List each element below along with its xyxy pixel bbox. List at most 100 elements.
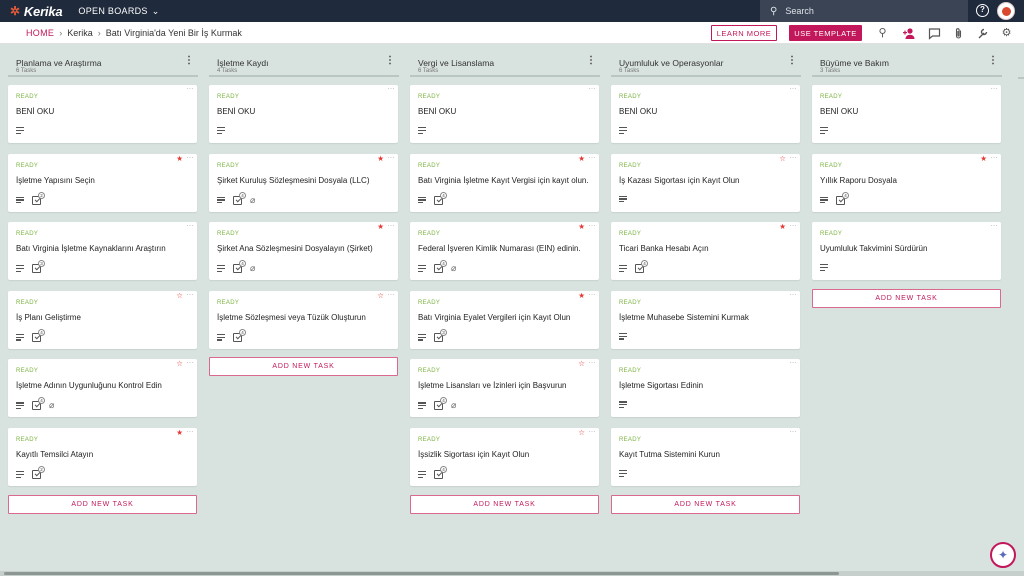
more-icon[interactable]: ⋯ — [388, 154, 395, 162]
search-input[interactable]: ⚲ Search — [760, 0, 968, 22]
more-icon[interactable]: ⋯ — [187, 291, 194, 299]
star-filled-icon[interactable]: ★ — [779, 223, 786, 231]
task-card[interactable]: READY BENİ OKU ⋯ — [410, 85, 599, 143]
more-vertical-icon[interactable]: ⋮ — [988, 56, 998, 66]
more-icon[interactable]: ⋯ — [388, 291, 395, 299]
task-card[interactable]: READY Yıllık Raporu Dosyala 4 ★ ⋯ — [812, 153, 1001, 212]
ai-assistant-button[interactable]: ✦ — [990, 542, 1016, 568]
more-vertical-icon[interactable]: ⋮ — [787, 56, 797, 66]
more-icon[interactable]: ⋯ — [388, 85, 395, 93]
column-title[interactable]: Planlama ve Araştırma — [16, 58, 102, 68]
chat-icon[interactable] — [928, 27, 941, 40]
attachment-icon[interactable] — [952, 27, 965, 40]
column-title[interactable]: Vergi ve Lisanslama — [418, 58, 494, 68]
task-card[interactable]: READY BENİ OKU ⋯ — [209, 85, 398, 143]
star-filled-icon[interactable]: ★ — [377, 223, 384, 231]
more-icon[interactable]: ⋯ — [187, 359, 194, 367]
gear-icon[interactable]: ⚙ — [1000, 27, 1013, 40]
add-new-task-button[interactable]: ADD NEW TASK — [209, 357, 398, 377]
more-icon[interactable]: ⋯ — [991, 154, 998, 162]
star-filled-icon[interactable]: ★ — [578, 291, 585, 300]
wrench-icon[interactable] — [976, 27, 989, 40]
add-new-task-button[interactable]: ADD NEW TASK — [611, 494, 800, 514]
open-boards-menu[interactable]: OPEN BOARDS ⌄ — [78, 6, 159, 17]
task-card[interactable]: READY İşletme Sözleşmesi veya Tüzük Oluşt… — [209, 290, 398, 349]
more-icon[interactable]: ⋯ — [589, 85, 596, 93]
more-icon[interactable]: ⋯ — [991, 222, 998, 230]
star-filled-icon[interactable]: ★ — [377, 154, 384, 163]
star-filled-icon[interactable]: ★ — [578, 223, 585, 231]
task-card[interactable]: READY BENİ OKU ⋯ — [812, 85, 1001, 143]
more-vertical-icon[interactable]: ⋮ — [586, 56, 596, 66]
task-card[interactable]: READY Uyumluluk Takvimini Sürdürün ⋯ — [812, 222, 1001, 281]
star-outline-icon[interactable]: ☆ — [377, 291, 384, 300]
more-vertical-icon[interactable]: ⋮ — [385, 56, 395, 66]
task-card[interactable]: READY Kayıt Tutma Sistemini Kurun ⋯ — [611, 428, 800, 486]
task-card[interactable]: READY İş Kazası Sigortası için Kayıt Olun… — [611, 153, 800, 212]
star-filled-icon[interactable]: ★ — [176, 154, 183, 163]
use-template-button[interactable]: USE TEMPLATE — [789, 25, 862, 41]
more-icon[interactable]: ⋯ — [790, 359, 797, 367]
task-card[interactable]: READY İşletme Lisansları ve İzinleri için… — [410, 359, 599, 418]
kerika-logo[interactable]: ✲ Kerika — [10, 4, 63, 19]
star-filled-icon[interactable]: ★ — [980, 154, 987, 163]
task-card[interactable]: READY Batı Virginia İşletme Kaynaklarını … — [8, 222, 197, 281]
more-icon[interactable]: ⋯ — [589, 291, 596, 299]
breadcrumb-home[interactable]: HOME — [26, 28, 54, 38]
more-icon[interactable]: ⋯ — [187, 154, 194, 162]
star-filled-icon[interactable]: ★ — [176, 429, 183, 437]
task-icons — [619, 127, 627, 134]
task-card[interactable]: READY İşletme Sigortası Edinin ⋯ — [611, 359, 800, 418]
more-icon[interactable]: ⋯ — [187, 85, 194, 93]
horizontal-scrollbar[interactable] — [0, 571, 1024, 576]
scrollbar-thumb[interactable] — [4, 572, 839, 575]
task-card[interactable]: READY BENİ OKU ⋯ — [611, 85, 800, 143]
star-outline-icon[interactable]: ☆ — [578, 360, 585, 368]
star-outline-icon[interactable]: ☆ — [176, 360, 183, 368]
task-card[interactable]: READY Ticari Banka Hesabı Açın 4 ★ ⋯ — [611, 222, 800, 281]
star-outline-icon[interactable]: ☆ — [779, 154, 786, 163]
help-icon[interactable]: ? — [976, 4, 989, 17]
task-card[interactable]: READY İşletme Adının Uygunluğunu Kontrol … — [8, 359, 197, 418]
column-title[interactable]: İşletme Kaydı — [217, 58, 269, 68]
task-card[interactable]: READY Şirket Ana Sözleşmesini Dosyalayın … — [209, 222, 398, 281]
star-outline-icon[interactable]: ☆ — [578, 429, 585, 437]
add-new-task-button[interactable]: ADD NEW TASK — [812, 288, 1001, 308]
task-card[interactable]: READY Kayıtlı Temsilci Atayın 2 ★ ⋯ — [8, 428, 197, 486]
learn-more-button[interactable]: LEARN MORE — [711, 25, 777, 41]
breadcrumb-board[interactable]: Batı Virginia'da Yeni Bir İş Kurmak — [106, 28, 242, 38]
more-icon[interactable]: ⋯ — [589, 222, 596, 230]
task-card[interactable]: READY BENİ OKU ⋯ — [8, 85, 197, 143]
task-card[interactable]: READY Batı Virginia Eyalet Vergileri için… — [410, 290, 599, 349]
add-person-icon[interactable] — [903, 27, 916, 40]
task-card[interactable]: READY İşsizlik Sigortası için Kayıt Olun 4… — [410, 428, 599, 486]
more-vertical-icon[interactable]: ⋮ — [184, 56, 194, 66]
more-icon[interactable]: ⋯ — [790, 291, 797, 299]
task-card[interactable]: READY Batı Virginia İşletme Kayıt Vergisi… — [410, 153, 599, 212]
more-icon[interactable]: ⋯ — [187, 428, 194, 436]
task-card[interactable]: READY İş Planı Geliştirme 4 ☆ ⋯ — [8, 290, 197, 349]
more-icon[interactable]: ⋯ — [388, 222, 395, 230]
add-new-task-button[interactable]: ADD NEW TASK — [410, 494, 599, 514]
breadcrumb-org[interactable]: Kerika — [67, 28, 93, 38]
star-filled-icon[interactable]: ★ — [578, 154, 585, 163]
more-icon[interactable]: ⋯ — [790, 85, 797, 93]
task-card[interactable]: READY Federal İşveren Kimlik Numarası (EI… — [410, 222, 599, 281]
column-title[interactable]: Büyüme ve Bakım — [820, 58, 889, 68]
more-icon[interactable]: ⋯ — [790, 222, 797, 230]
task-card[interactable]: READY Şirket Kuruluş Sözleşmesini Dosyala… — [209, 153, 398, 212]
more-icon[interactable]: ⋯ — [790, 428, 797, 436]
column-title[interactable]: Uyumluluk ve Operasyonlar — [619, 58, 723, 68]
more-icon[interactable]: ⋯ — [790, 154, 797, 162]
more-icon[interactable]: ⋯ — [589, 428, 596, 436]
task-card[interactable]: READY İşletme Muhasebe Sistemini Kurmak ⋯ — [611, 290, 800, 349]
star-outline-icon[interactable]: ☆ — [176, 291, 183, 300]
more-icon[interactable]: ⋯ — [589, 359, 596, 367]
search-icon[interactable]: ⚲ — [876, 27, 889, 40]
more-icon[interactable]: ⋯ — [991, 85, 998, 93]
add-new-task-button[interactable]: ADD NEW TASK — [8, 494, 197, 514]
user-avatar[interactable] — [997, 2, 1015, 20]
task-card[interactable]: READY İşletme Yapısını Seçin 2 ★ ⋯ — [8, 153, 197, 212]
more-icon[interactable]: ⋯ — [187, 222, 194, 230]
more-icon[interactable]: ⋯ — [589, 154, 596, 162]
